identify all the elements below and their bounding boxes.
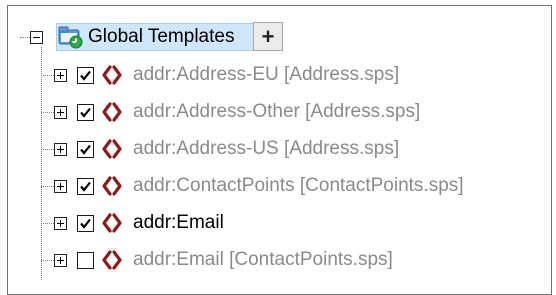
tree-connector-line (20, 37, 30, 38)
template-item-label[interactable]: addr:Address-Other [Address.sps] (133, 101, 420, 123)
template-icon (102, 213, 122, 233)
template-icon (102, 250, 122, 270)
template-icon (102, 102, 122, 122)
expand-toggle[interactable] (54, 180, 67, 193)
tree-root-label[interactable]: Global Templates (88, 26, 234, 48)
tree-connector-line (41, 186, 54, 187)
template-item-label[interactable]: addr:Address-US [Address.sps] (133, 138, 399, 160)
expand-toggle[interactable] (54, 69, 67, 82)
add-template-button[interactable]: + (253, 22, 283, 51)
tree-connector-line (41, 223, 54, 224)
template-checkbox[interactable] (77, 178, 94, 195)
tree-connector-line (41, 149, 54, 150)
expand-toggle[interactable] (54, 217, 67, 230)
template-checkbox[interactable] (77, 252, 94, 269)
template-checkbox[interactable] (77, 67, 94, 84)
template-item-label[interactable]: addr:Email (133, 212, 224, 234)
expand-toggle[interactable] (54, 254, 67, 267)
template-item-label[interactable]: addr:ContactPoints [ContactPoints.sps] (133, 175, 464, 197)
global-templates-folder-icon (58, 26, 83, 49)
tree-connector-line (41, 112, 54, 113)
expand-toggle[interactable] (54, 143, 67, 156)
collapse-toggle[interactable] (30, 31, 43, 44)
template-checkbox[interactable] (77, 215, 94, 232)
tree-connector-line (41, 75, 54, 76)
tree-connector-line (41, 260, 54, 261)
tree-connector-line (41, 47, 42, 280)
template-icon (102, 65, 122, 85)
template-icon (102, 139, 122, 159)
template-icon (102, 176, 122, 196)
expand-toggle[interactable] (54, 106, 67, 119)
template-checkbox[interactable] (77, 141, 94, 158)
template-checkbox[interactable] (77, 104, 94, 121)
template-item-label[interactable]: addr:Email [ContactPoints.sps] (133, 249, 393, 271)
template-item-label[interactable]: addr:Address-EU [Address.sps] (133, 64, 399, 86)
